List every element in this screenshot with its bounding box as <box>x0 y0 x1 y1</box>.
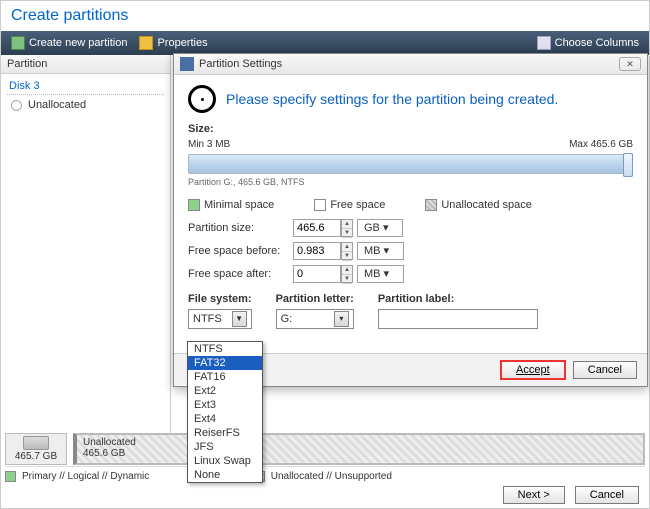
size-min: Min 3 MB <box>188 139 230 150</box>
plus-icon <box>11 36 25 50</box>
disk-cap-size: 465.7 GB <box>15 451 57 462</box>
free-after-input[interactable] <box>293 265 341 283</box>
filesystem-option[interactable]: Linux Swap <box>188 454 262 468</box>
wizard-icon <box>188 85 216 113</box>
partition-settings-dialog: Partition Settings ✕ Please specify sett… <box>173 53 648 387</box>
choose-columns-label: Choose Columns <box>555 37 639 49</box>
filesystem-option[interactable]: Ext3 <box>188 398 262 412</box>
filesystem-option[interactable]: Ext2 <box>188 384 262 398</box>
filesystem-combo[interactable]: NTFS ▼ <box>188 309 252 329</box>
free-space-checkbox[interactable] <box>314 199 326 211</box>
partition-label-input[interactable] <box>378 309 538 329</box>
legend-unalloc: Unallocated // Unsupported <box>271 471 392 482</box>
choose-columns-button[interactable]: Choose Columns <box>531 34 645 52</box>
filesystem-option[interactable]: ReiserFS <box>188 426 262 440</box>
properties-button[interactable]: Properties <box>133 34 213 52</box>
next-button[interactable]: Next > <box>503 486 565 504</box>
partition-list-header: Partition <box>1 55 170 74</box>
partition-size-input[interactable] <box>293 219 341 237</box>
chevron-down-icon[interactable]: ▼ <box>232 311 247 327</box>
cancel-button[interactable]: Cancel <box>575 486 639 504</box>
free-before-spinner[interactable]: ▲▼ <box>341 242 353 260</box>
free-after-unit[interactable]: MB ▾ <box>357 265 404 283</box>
disk-icon <box>23 436 49 450</box>
free-space-label: Free space <box>330 199 385 211</box>
unallocated-space-label: Unallocated space <box>441 199 532 211</box>
free-after-label: Free space after: <box>188 268 293 280</box>
unallocated-label: Unallocated <box>28 99 86 111</box>
properties-label: Properties <box>157 37 207 49</box>
partition-size-spinner[interactable]: ▲▼ <box>341 219 353 237</box>
filesystem-option[interactable]: JFS <box>188 440 262 454</box>
columns-icon <box>537 36 551 50</box>
partition-list-panel: Partition Disk 3 Unallocated <box>1 55 171 444</box>
disk-cap[interactable]: 465.7 GB <box>5 433 67 465</box>
partition-size-unit[interactable]: GB ▾ <box>357 219 403 237</box>
toolbar: Create new partition Properties Choose C… <box>1 31 649 55</box>
dialog-title: Partition Settings <box>199 58 282 70</box>
legend: Primary // Logical // Dynamic re Zone Un… <box>5 466 645 482</box>
partition-label-label: Partition label: <box>378 293 538 305</box>
minimal-space-checkbox[interactable] <box>188 199 200 211</box>
size-slider[interactable] <box>188 154 633 174</box>
size-max: Max 465.6 GB <box>569 139 633 150</box>
legend-swatch-primary <box>5 471 16 482</box>
disk-segment-size: 465.6 GB <box>83 448 637 459</box>
partition-letter-value: G: <box>281 313 293 325</box>
filesystem-option[interactable]: NTFS <box>188 342 262 356</box>
dialog-cancel-button[interactable]: Cancel <box>573 361 637 379</box>
size-label: Size: <box>188 123 214 135</box>
create-partition-label: Create new partition <box>29 37 127 49</box>
partition-size-label: Partition size: <box>188 222 293 234</box>
close-button[interactable]: ✕ <box>619 57 641 71</box>
unallocated-row[interactable]: Unallocated <box>1 95 170 115</box>
chevron-down-icon[interactable]: ▾ <box>334 311 349 327</box>
dialog-titlebar: Partition Settings ✕ <box>174 54 647 75</box>
filesystem-label: File system: <box>188 293 252 305</box>
slider-caption: Partition G:, 465.6 GB, NTFS <box>188 177 633 187</box>
disk-segment[interactable]: Unallocated 465.6 GB <box>73 433 645 465</box>
disk-segment-label: Unallocated <box>83 437 637 448</box>
free-before-unit[interactable]: MB ▾ <box>357 242 404 260</box>
create-partition-button[interactable]: Create new partition <box>5 34 133 52</box>
partition-letter-combo[interactable]: G: ▾ <box>276 309 354 329</box>
filesystem-value: NTFS <box>193 313 222 325</box>
app-icon <box>180 57 194 71</box>
filesystem-option[interactable]: None <box>188 468 262 482</box>
unallocated-space-checkbox[interactable] <box>425 199 437 211</box>
properties-icon <box>139 36 153 50</box>
slider-thumb[interactable] <box>623 153 633 177</box>
free-before-label: Free space before: <box>188 245 293 257</box>
free-after-spinner[interactable]: ▲▼ <box>341 265 353 283</box>
filesystem-dropdown-list[interactable]: NTFSFAT32FAT16Ext2Ext3Ext4ReiserFSJFSLin… <box>187 341 263 483</box>
disk-bar: 465.7 GB Unallocated 465.6 GB <box>5 432 645 466</box>
filesystem-option[interactable]: FAT32 <box>188 356 262 370</box>
disk-label[interactable]: Disk 3 <box>1 74 170 94</box>
filesystem-option[interactable]: Ext4 <box>188 412 262 426</box>
dialog-hero-text: Please specify settings for the partitio… <box>226 91 558 107</box>
accept-button[interactable]: Accept <box>500 360 566 380</box>
filesystem-option[interactable]: FAT16 <box>188 370 262 384</box>
partition-letter-label: Partition letter: <box>276 293 354 305</box>
legend-primary: Primary // Logical // Dynamic <box>22 471 149 482</box>
free-before-input[interactable] <box>293 242 341 260</box>
minimal-space-label: Minimal space <box>204 199 274 211</box>
circle-icon <box>11 100 22 111</box>
page-title: Create partitions <box>1 1 649 31</box>
